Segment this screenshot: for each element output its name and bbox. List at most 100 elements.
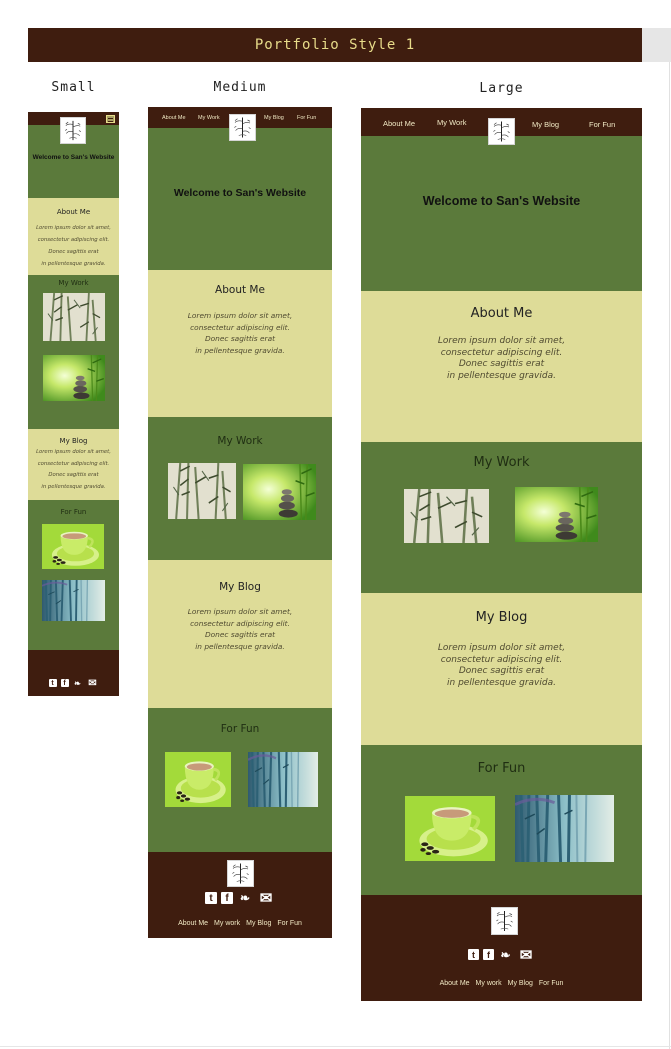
hero-welcome: Welcome to San's Website bbox=[173, 187, 307, 199]
lorem-line: consectetur adipiscing elit. bbox=[440, 654, 563, 665]
blog-text: Lorem ipsum dolor sit amet, consectetur … bbox=[28, 447, 119, 493]
lorem-line: consectetur adipiscing elit. bbox=[37, 237, 110, 243]
page-edge bbox=[669, 62, 670, 1049]
nav-blog[interactable]: My Blog bbox=[532, 120, 559, 129]
mail-icon[interactable]: ✉ bbox=[517, 947, 535, 964]
tea-cup-image[interactable] bbox=[42, 524, 104, 569]
footer-logo-icon[interactable] bbox=[227, 860, 254, 887]
tumblr-icon[interactable]: t bbox=[468, 949, 479, 960]
fun-section: For Fun bbox=[28, 500, 119, 650]
bamboo-painting-image[interactable] bbox=[168, 463, 236, 519]
lorem-line: consectetur adipiscing elit. bbox=[440, 347, 563, 358]
lorem-line: in pellentesque gravida. bbox=[447, 677, 556, 688]
blog-text: Lorem ipsum dolor sit amet, consectetur … bbox=[361, 643, 642, 689]
small-mockup: Welcome to San's Website About Me Lorem … bbox=[28, 112, 119, 696]
bamboo-logo-icon[interactable] bbox=[229, 114, 256, 141]
nav-work[interactable]: My Work bbox=[198, 115, 220, 121]
large-label: Large bbox=[479, 81, 524, 96]
footer-link-about[interactable]: About Me bbox=[440, 980, 470, 987]
footer-link-about[interactable]: About Me bbox=[178, 920, 208, 927]
footer: t f ❧ ✉ bbox=[28, 650, 119, 696]
work-title: My Work bbox=[217, 435, 263, 447]
lorem-line: consectetur adipiscing elit. bbox=[37, 460, 110, 467]
tumblr-icon[interactable]: t bbox=[205, 892, 217, 904]
blue-bamboo-image[interactable] bbox=[42, 580, 105, 621]
zen-stones-image[interactable] bbox=[515, 487, 598, 542]
footer-link-fun[interactable]: For Fun bbox=[539, 980, 564, 987]
bamboo-painting-image[interactable] bbox=[43, 293, 105, 341]
lorem-line: consectetur adipiscing elit. bbox=[190, 322, 290, 332]
mail-icon[interactable]: ✉ bbox=[87, 678, 99, 689]
large-mockup: About Me My Work My Blog For Fun Welcome… bbox=[361, 108, 642, 1001]
medium-mockup: About Me My Work My Blog For Fun Welcome… bbox=[148, 107, 332, 938]
hero-welcome: Welcome to San's Website bbox=[422, 194, 581, 208]
zen-stones-image[interactable] bbox=[43, 355, 105, 401]
footer-link-work[interactable]: My work bbox=[476, 980, 502, 987]
lorem-line: Lorem ipsum dolor sit amet, bbox=[437, 643, 566, 653]
social-links: t f ❧ ✉ bbox=[148, 890, 332, 907]
facebook-icon[interactable]: f bbox=[483, 949, 494, 960]
nav-fun[interactable]: For Fun bbox=[589, 120, 615, 129]
footer-link-blog[interactable]: My Blog bbox=[246, 920, 271, 927]
fun-title: For Fun bbox=[477, 761, 526, 776]
page-bottom-edge bbox=[0, 1046, 671, 1047]
footer-link-blog[interactable]: My Blog bbox=[508, 980, 533, 987]
bamboo-logo-icon[interactable] bbox=[488, 118, 515, 145]
twitter-icon[interactable]: ❧ bbox=[498, 948, 513, 962]
mail-icon[interactable]: ✉ bbox=[257, 890, 275, 907]
blog-section: My Blog Lorem ipsum dolor sit amet, cons… bbox=[28, 429, 119, 500]
footer-nav: About Me My work My Blog For Fun bbox=[148, 920, 332, 927]
work-section: My Work bbox=[28, 275, 119, 429]
about-title: About Me bbox=[56, 208, 91, 216]
about-text: Lorem ipsum dolor sit amet, consectetur … bbox=[28, 222, 119, 270]
nav-blog[interactable]: My Blog bbox=[264, 115, 284, 121]
about-title: About Me bbox=[215, 284, 265, 296]
lorem-line: Lorem ipsum dolor sit amet, bbox=[437, 336, 566, 346]
twitter-icon[interactable]: ❧ bbox=[237, 891, 253, 905]
zen-stones-image[interactable] bbox=[243, 464, 316, 520]
nav-about[interactable]: About Me bbox=[383, 119, 415, 128]
fun-section: For Fun bbox=[148, 708, 332, 852]
lorem-line: Lorem ipsum dolor sit amet, bbox=[36, 225, 111, 231]
blue-bamboo-image[interactable] bbox=[515, 795, 614, 862]
facebook-icon[interactable]: f bbox=[60, 679, 69, 687]
lorem-line: in pellentesque gravida. bbox=[195, 345, 285, 355]
blog-section: My Blog Lorem ipsum dolor sit amet, cons… bbox=[148, 560, 332, 708]
nav-fun[interactable]: For Fun bbox=[297, 115, 316, 121]
tumblr-icon[interactable]: t bbox=[48, 679, 57, 687]
tea-cup-image[interactable] bbox=[405, 796, 495, 861]
about-section: About Me Lorem ipsum dolor sit amet, con… bbox=[361, 291, 642, 442]
nav-work[interactable]: My Work bbox=[437, 118, 466, 127]
bamboo-painting-image[interactable] bbox=[404, 489, 489, 543]
nav-about[interactable]: About Me bbox=[162, 115, 186, 121]
fun-title: For Fun bbox=[60, 508, 87, 516]
facebook-icon[interactable]: f bbox=[221, 892, 233, 904]
lorem-line: in pellentesque gravida. bbox=[41, 483, 106, 490]
blue-bamboo-image[interactable] bbox=[248, 752, 318, 807]
fun-section: For Fun bbox=[361, 745, 642, 895]
lorem-line: Lorem ipsum dolor sit amet, bbox=[36, 449, 111, 455]
banner-title: Portfolio Style 1 bbox=[254, 37, 416, 53]
hero-welcome: Welcome to San's Website bbox=[32, 154, 115, 161]
work-title: My Work bbox=[58, 279, 89, 287]
hamburger-menu-icon[interactable] bbox=[106, 115, 115, 123]
blog-section: My Blog Lorem ipsum dolor sit amet, cons… bbox=[361, 593, 642, 745]
footer-nav: About Me My work My Blog For Fun bbox=[361, 980, 642, 987]
lorem-line: consectetur adipiscing elit. bbox=[190, 618, 290, 628]
page-banner: Portfolio Style 1 bbox=[28, 28, 642, 62]
tea-cup-image[interactable] bbox=[165, 752, 231, 807]
bamboo-logo-icon[interactable] bbox=[60, 117, 86, 144]
about-title: About Me bbox=[470, 306, 533, 321]
lorem-line: Donec sagittis erat bbox=[48, 472, 99, 478]
lorem-line: Donec sagittis erat bbox=[204, 334, 276, 343]
twitter-icon[interactable]: ❧ bbox=[73, 679, 83, 688]
footer-link-work[interactable]: My work bbox=[214, 920, 240, 927]
footer: t f ❧ ✉ About Me My work My Blog For Fun bbox=[361, 895, 642, 1001]
footer-link-fun[interactable]: For Fun bbox=[277, 920, 302, 927]
scrollbar[interactable] bbox=[642, 28, 671, 62]
lorem-line: Donec sagittis erat bbox=[204, 630, 276, 639]
footer-logo-icon[interactable] bbox=[491, 907, 518, 935]
about-text: Lorem ipsum dolor sit amet, consectetur … bbox=[148, 310, 332, 356]
blog-text: Lorem ipsum dolor sit amet, consectetur … bbox=[148, 606, 332, 652]
social-links: t f ❧ ✉ bbox=[28, 678, 119, 689]
